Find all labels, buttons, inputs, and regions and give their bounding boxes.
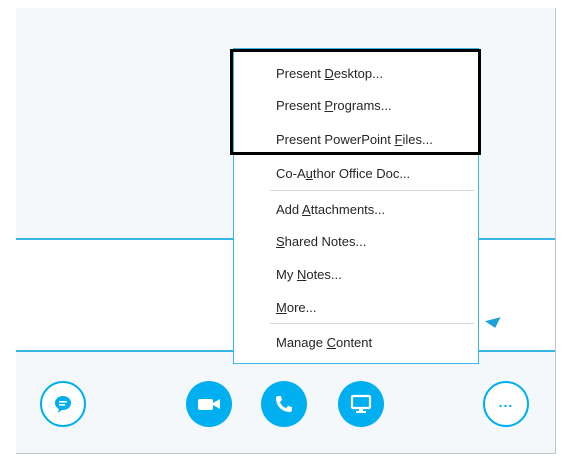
phone-icon [276, 396, 292, 412]
menu-item-more[interactable]: More... [276, 300, 316, 315]
menu-item-my-notes[interactable]: My Notes... [276, 267, 342, 282]
call-button[interactable] [261, 381, 307, 427]
more-options-button[interactable]: ... [483, 381, 529, 427]
present-button[interactable] [338, 381, 384, 427]
menu-item-present-desktop[interactable]: Present Desktop... [276, 66, 383, 81]
chat-bubble-icon [55, 396, 71, 413]
menu-item-coauthor-office-doc[interactable]: Co-Author Office Doc... [276, 166, 410, 181]
present-menu: Present Desktop... Present Programs... P… [233, 48, 479, 364]
video-camera-icon [198, 399, 220, 410]
video-button[interactable] [186, 381, 232, 427]
im-button[interactable] [40, 381, 86, 427]
menu-item-add-attachments[interactable]: Add Attachments... [276, 202, 385, 217]
menu-separator [270, 190, 474, 191]
menu-item-present-powerpoint[interactable]: Present PowerPoint Files... [276, 132, 433, 147]
menu-item-shared-notes[interactable]: Shared Notes... [276, 234, 366, 249]
monitor-icon [350, 394, 372, 413]
menu-item-present-programs[interactable]: Present Programs... [276, 98, 392, 113]
more-ellipsis-icon: ... [498, 394, 514, 410]
menu-item-manage-content[interactable]: Manage Content [276, 335, 372, 350]
menu-separator [270, 323, 474, 324]
